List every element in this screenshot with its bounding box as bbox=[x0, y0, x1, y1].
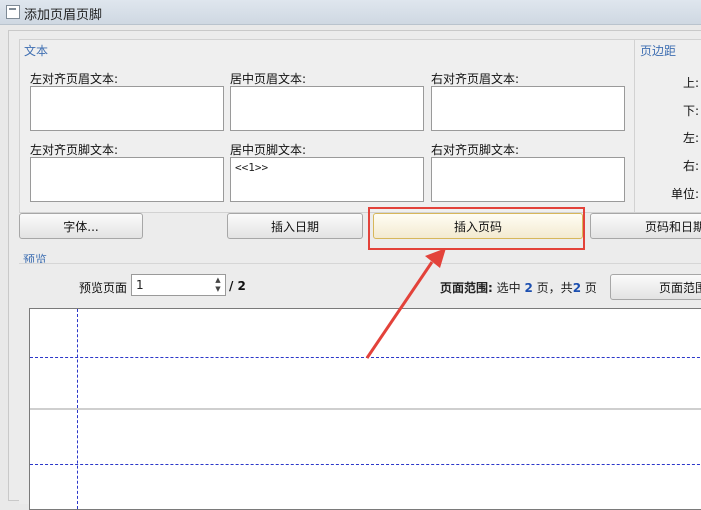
annotation-arrow-icon bbox=[365, 248, 446, 359]
